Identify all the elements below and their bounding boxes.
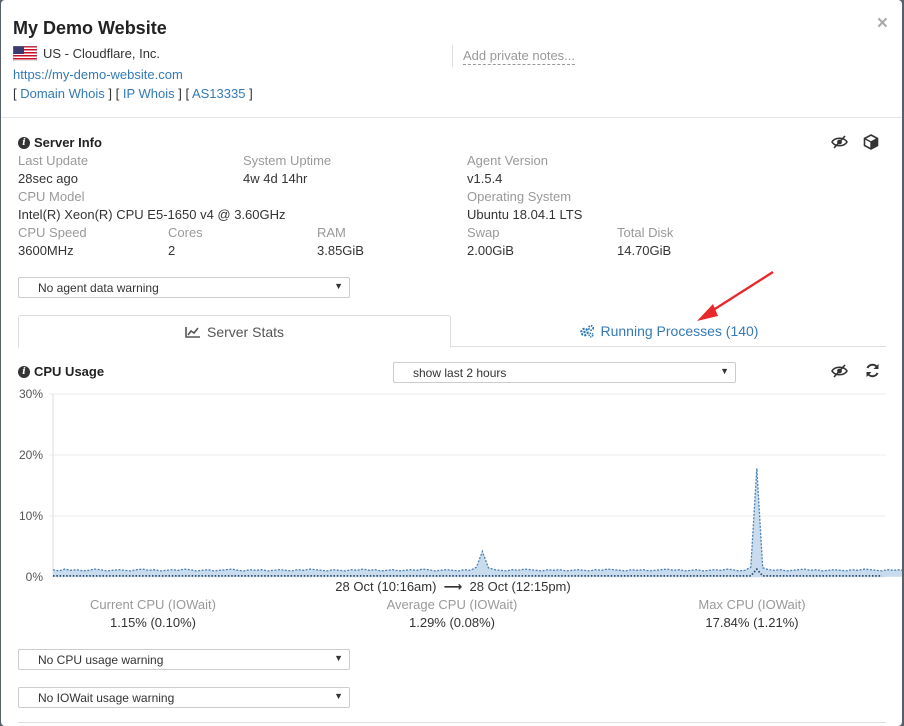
y-tick-label: 30% [19,387,43,401]
average-cpu-label: Average CPU (IOWait) [386,597,518,612]
location-row: US - Cloudflare, Inc. [13,46,160,61]
private-notes-link[interactable]: Add private notes... [463,48,576,65]
time-end: 28 Oct (12:15pm) [469,579,571,594]
last-update-label: Last Update [18,153,89,168]
cores-label: Cores [168,225,203,240]
iowait-warning-value: No IOWait usage warning [38,691,175,705]
cpu-warning-select[interactable]: No CPU usage warning ▼ [18,649,350,670]
us-flag-icon [13,46,37,61]
caret-down-icon: ▼ [334,281,343,291]
total-disk-value: 14.70GiB [617,243,672,258]
caret-down-icon: ▼ [334,691,343,701]
ram-value: 3.85GiB [317,243,364,258]
ram-label: RAM [317,225,346,240]
modal-header: My Demo Website × US - Cloudflare, Inc. … [1,0,902,118]
tab-server-stats-label: Server Stats [206,323,285,340]
hide-eye-icon[interactable] [831,135,848,149]
average-cpu-value: 1.29% (0.08%) [409,615,495,630]
agent-warning-value: No agent data warning [38,281,159,295]
server-info-title-text: Server Info [34,135,102,150]
max-cpu-label: Max CPU (IOWait) [698,597,806,612]
server-details-modal: My Demo Website × US - Cloudflare, Inc. … [1,0,902,726]
time-start: 28 Oct (10:16am) [335,579,437,594]
cogs-icon [579,324,594,338]
tab-server-stats[interactable]: Server Stats [18,315,451,348]
hide-eye-icon[interactable] [831,364,848,378]
caret-down-icon: ▼ [720,366,729,376]
refresh-icon[interactable] [865,363,880,378]
average-cpu-stat: Average CPU (IOWait) 1.29% (0.08%) [332,597,572,630]
iowait-warning-select[interactable]: No IOWait usage warning ▼ [18,687,350,708]
cores-value: 2 [168,243,176,258]
info-icon: i [18,365,30,378]
annotation-arrow-icon [697,270,774,321]
cpu-series-line [52,468,902,572]
domain-whois-link[interactable]: Domain Whois [20,86,105,101]
cpu-usage-title-text: CPU Usage [34,364,105,379]
agent-warning-select[interactable]: No agent data warning ▼ [18,277,350,298]
uptime-label: System Uptime [243,153,332,168]
uptime-value: 4w 4d 14hr [243,171,308,186]
cpu-warning-value: No CPU usage warning [38,653,164,667]
cpu-model-label: CPU Model [18,189,85,204]
swap-value: 2.00GiB [467,243,514,258]
location-text: US - Cloudflare, Inc. [43,46,161,61]
notes-divider [452,45,453,67]
y-tick-label: 10% [19,509,43,523]
bracket-sep: ] [ [104,86,123,101]
line-chart-icon [185,326,200,338]
max-cpu-value: 17.84% (1.21%) [705,615,799,630]
tab-running-processes[interactable]: Running Processes (140) [451,315,886,347]
server-info-title: i Server Info [18,135,102,150]
cube-icon[interactable] [863,134,879,150]
site-title: My Demo Website [13,18,167,38]
cpu-model-value: Intel(R) Xeon(R) CPU E5-1650 v4 @ 3.60GH… [18,207,286,222]
current-cpu-value: 1.15% (0.10%) [110,615,196,630]
cpu-usage-title: i CPU Usage [18,364,104,379]
max-cpu-stat: Max CPU (IOWait) 17.84% (1.21%) [632,597,872,630]
chart-time-range: 28 Oct (10:16am) ⟶ 28 Oct (12:15pm) [1,579,902,595]
agent-version-value: v1.5.4 [467,171,503,186]
current-cpu-label: Current CPU (IOWait) [90,597,216,612]
bracket-sep-2: ] [ [174,86,192,101]
os-label: Operating System [467,189,572,204]
ip-whois-link[interactable]: IP Whois [123,86,175,101]
cpu-usage-chart: 30%20%10%0% [19,387,902,584]
site-url-link[interactable]: https://my-demo-website.com [13,67,183,82]
agent-version-label: Agent Version [467,153,548,168]
cpu-series-area [53,468,902,577]
whois-links: [ Domain Whois ] [ IP Whois ] [ AS13335 … [13,86,253,101]
footer-divider [18,722,886,723]
y-axis-ticks: 30%20%10%0% [19,387,43,584]
close-icon[interactable]: × [877,14,888,33]
caret-down-icon: ▼ [334,653,343,663]
cpu-speed-label: CPU Speed [18,225,87,240]
as-link[interactable]: AS13335 [192,86,246,101]
current-cpu-stat: Current CPU (IOWait) 1.15% (0.10%) [33,597,273,630]
last-update-value: 28sec ago [18,171,78,186]
bracket-close: ] [245,86,253,101]
cpu-speed-value: 3600MHz [18,243,74,258]
arrow-right-icon: ⟶ [443,579,463,594]
info-icon: i [18,136,30,149]
y-tick-label: 20% [19,448,43,462]
os-value: Ubuntu 18.04.1 LTS [467,207,583,222]
total-disk-label: Total Disk [617,225,674,240]
swap-label: Swap [467,225,500,240]
time-range-value: show last 2 hours [413,366,507,380]
